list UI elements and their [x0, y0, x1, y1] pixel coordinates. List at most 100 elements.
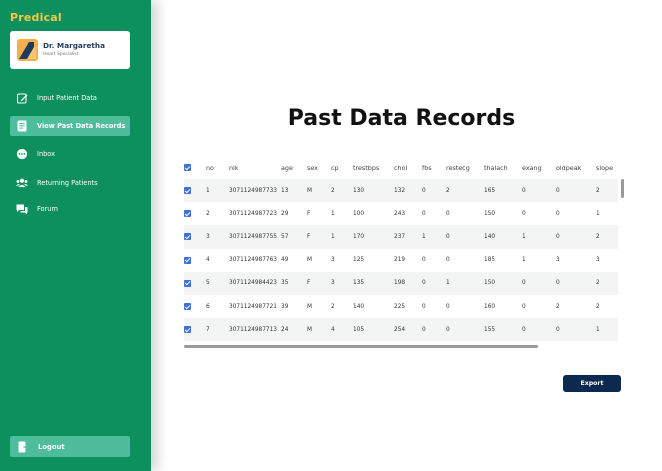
nav-item-label: Returning Patients: [37, 179, 98, 187]
logout-button[interactable]: Logout: [10, 436, 130, 457]
column-header[interactable]: nik: [229, 156, 281, 179]
nav-item-returning-patients[interactable]: Returning Patients: [10, 173, 130, 193]
column-header[interactable]: fbs: [422, 156, 446, 179]
table-cell: 198: [394, 271, 422, 295]
page-title: Past Data Records: [287, 106, 516, 131]
table-cell: 7: [206, 318, 229, 342]
table-cell: M: [307, 294, 331, 319]
column-header[interactable]: thalach: [484, 156, 522, 179]
table-cell: 165: [484, 179, 522, 203]
table-cell: 3071124987733: [229, 179, 281, 203]
table-cell: 39: [281, 294, 307, 319]
users-icon: [16, 177, 28, 189]
table-cell: 2: [596, 294, 618, 319]
column-header[interactable]: age: [281, 156, 307, 179]
table-row[interactable]: 2 3071124987723 29 F 1 100 243 0 0 150 0 0 1: [184, 202, 618, 226]
table-cell: 2: [446, 179, 484, 203]
doctor-avatar-icon: [17, 39, 38, 61]
table-cell: 0: [522, 318, 556, 342]
table-row[interactable]: 1 3071124987733 13 M 2 130 132 0 2 165 0 0 2: [184, 179, 618, 203]
table-row[interactable]: 7 3071124987713 24 M 4 105 254 0 0 155 0 0 1: [184, 318, 618, 342]
doctor-role: Heart Specialist: [43, 52, 79, 57]
column-header[interactable]: restecg: [446, 156, 484, 179]
table-cell: 0: [446, 318, 484, 342]
table-cell: 1: [206, 179, 229, 203]
row-checkbox[interactable]: [184, 294, 206, 319]
table-cell: 3: [331, 271, 353, 295]
table-cell: 140: [484, 225, 522, 249]
table-cell: 3: [331, 248, 353, 272]
table-cell: 237: [394, 225, 422, 249]
column-header[interactable]: trestbps: [353, 156, 394, 179]
table-cell: 130: [353, 179, 394, 203]
column-header[interactable]: oldpeak: [556, 156, 596, 179]
table-cell: 3: [556, 248, 596, 272]
table-cell: 0: [522, 294, 556, 319]
row-checkbox[interactable]: [184, 225, 206, 249]
column-header[interactable]: sex: [307, 156, 331, 179]
row-checkbox[interactable]: [184, 271, 206, 295]
logout-label: Logout: [38, 442, 65, 451]
table-cell: M: [307, 318, 331, 342]
table-cell: 13: [281, 179, 307, 203]
profile-card[interactable]: Dr. Margaretha Heart Specialist: [10, 31, 130, 69]
table-cell: 1: [422, 225, 446, 249]
table-cell: 100: [353, 202, 394, 226]
table-cell: 0: [446, 202, 484, 226]
table-cell: M: [307, 179, 331, 203]
table-cell: 35: [281, 271, 307, 295]
row-checkbox[interactable]: [184, 179, 206, 203]
table-cell: 0: [522, 179, 556, 203]
logout-icon: [17, 441, 29, 453]
chat-bubble-icon: [16, 148, 28, 160]
column-header[interactable]: chol: [394, 156, 422, 179]
table-cell: 3071124987721: [229, 294, 281, 319]
table-cell: 1: [446, 271, 484, 295]
row-checkbox[interactable]: [184, 202, 206, 226]
table-cell: 1: [331, 225, 353, 249]
table-row[interactable]: 4 3071124987763 49 M 3 125 219 0 0 185 1 3 3: [184, 248, 618, 272]
horizontal-scrollbar[interactable]: [184, 344, 618, 348]
row-checkbox[interactable]: [184, 248, 206, 272]
nav-item-inbox[interactable]: Inbox: [10, 144, 130, 164]
edit-icon: [16, 92, 28, 104]
table-cell: 0: [556, 318, 596, 342]
select-all-checkbox[interactable]: [184, 156, 206, 179]
table-cell: 3071124987723: [229, 202, 281, 226]
table-cell: 1: [596, 202, 618, 226]
column-header[interactable]: cp: [331, 156, 353, 179]
table-cell: 2: [556, 294, 596, 319]
records-table-container[interactable]: no nik age sex cp trestbps chol fbs rest…: [184, 156, 618, 342]
nav-item-forum[interactable]: Forum: [10, 199, 130, 219]
doctor-name: Dr. Margaretha: [43, 41, 106, 50]
table-cell: 0: [422, 318, 446, 342]
table-cell: 57: [281, 225, 307, 249]
horizontal-scrollbar-thumb[interactable]: [184, 345, 538, 348]
table-row[interactable]: 3 3071124987755 57 F 1 170 237 1 0 140 1 0 2: [184, 225, 618, 249]
table-row[interactable]: 5 3071124984423 35 F 3 135 198 0 1 150 0 0 2: [184, 271, 618, 295]
table-cell: F: [307, 271, 331, 295]
table-cell: 6: [206, 294, 229, 319]
column-header[interactable]: no: [206, 156, 229, 179]
table-cell: 225: [394, 294, 422, 319]
column-header[interactable]: exang: [522, 156, 556, 179]
records-table: no nik age sex cp trestbps chol fbs rest…: [184, 156, 618, 342]
table-cell: 135: [353, 271, 394, 295]
table-cell: 132: [394, 179, 422, 203]
export-button[interactable]: Export: [563, 375, 621, 392]
table-cell: 2: [596, 225, 618, 249]
forum-icon: [16, 203, 28, 215]
table-cell: 155: [484, 318, 522, 342]
row-checkbox[interactable]: [184, 318, 206, 342]
table-cell: 0: [422, 179, 446, 203]
table-cell: F: [307, 202, 331, 226]
nav-item-input-patient-data[interactable]: Input Patient Data: [10, 88, 130, 108]
table-cell: 3: [206, 225, 229, 249]
nav-item-label: Input Patient Data: [37, 94, 97, 102]
nav-item-label: Forum: [37, 205, 58, 213]
table-cell: 0: [422, 294, 446, 319]
table-row[interactable]: 6 3071124987721 39 M 2 140 225 0 0 160 0 2 2: [184, 294, 618, 319]
vertical-scrollbar[interactable]: [621, 179, 624, 198]
column-header[interactable]: slope: [596, 156, 618, 179]
nav-item-view-past-data-records[interactable]: View Past Data Records: [10, 116, 130, 136]
